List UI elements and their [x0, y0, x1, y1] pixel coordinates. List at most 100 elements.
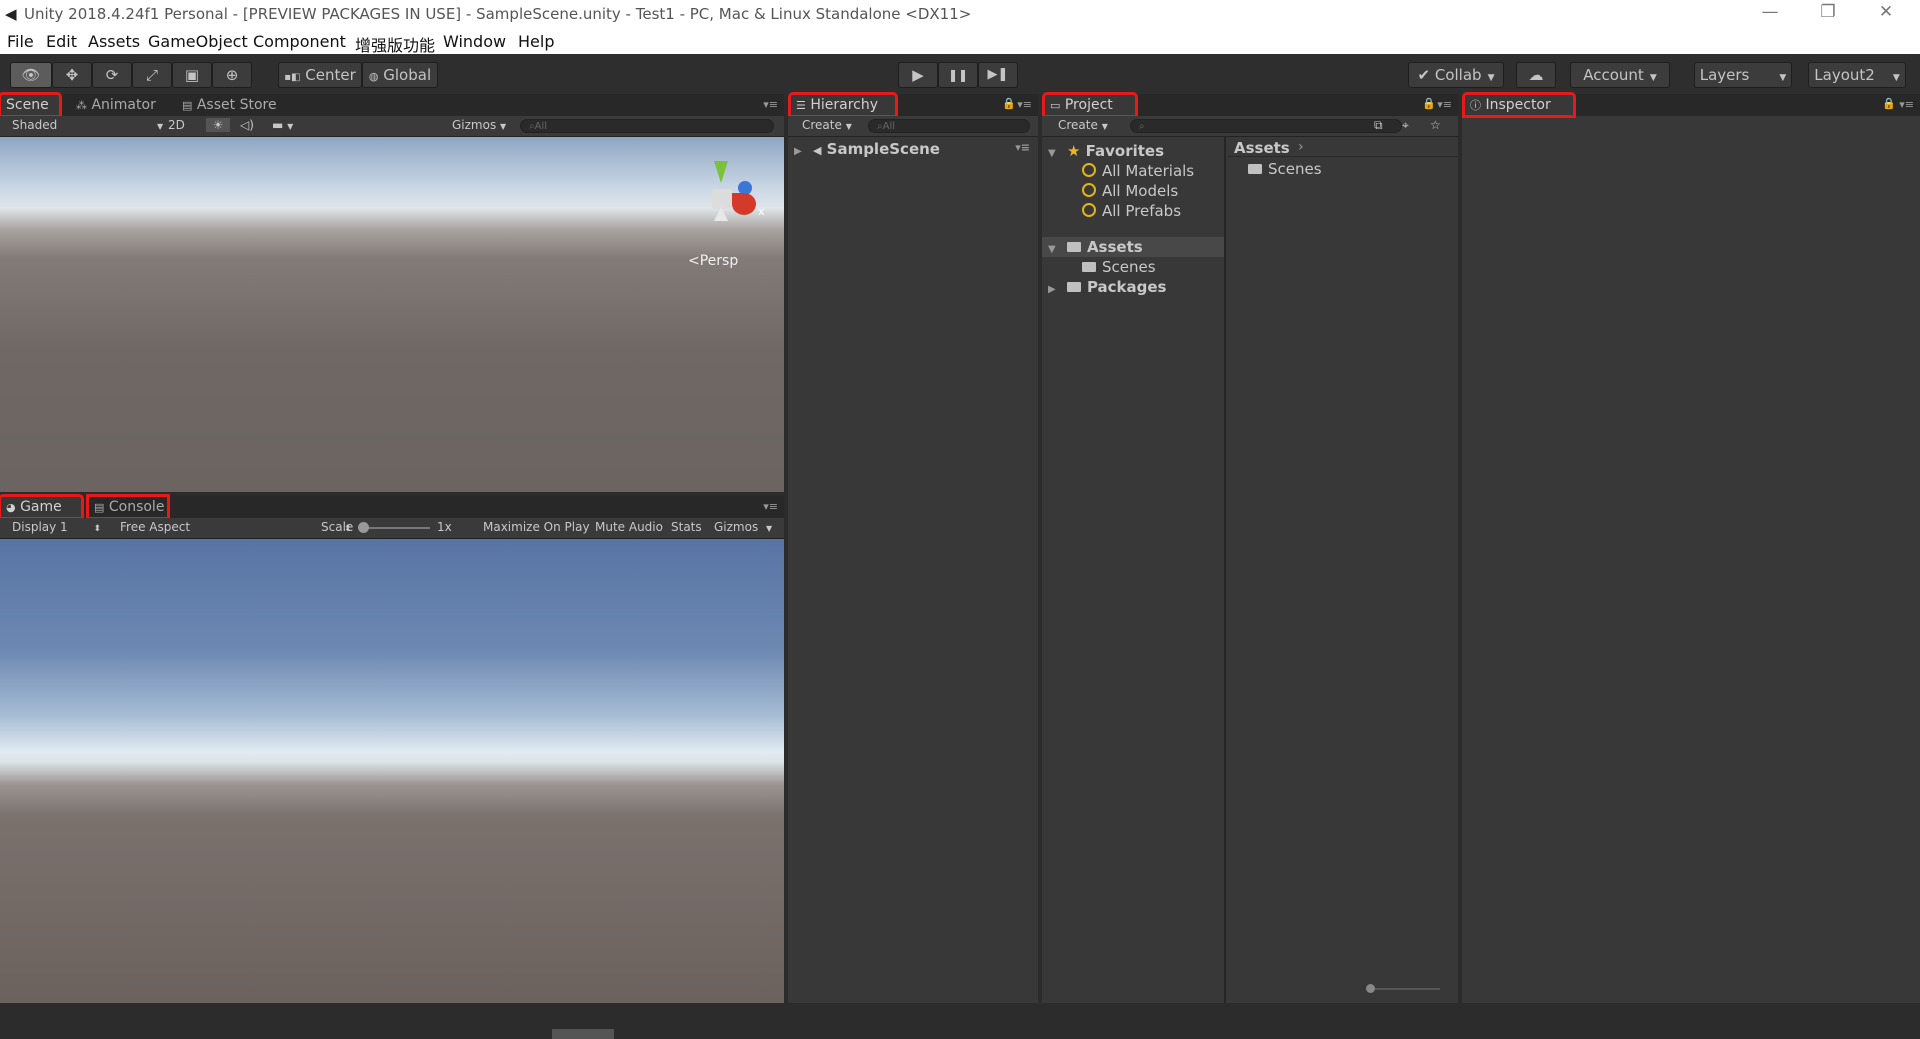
- menu-edit[interactable]: Edit: [46, 32, 77, 51]
- account-dropdown[interactable]: Account ▼: [1570, 62, 1670, 88]
- scene-panel: Scene ⁂ Animator ▤ Asset Store ▾≡ Shaded…: [0, 92, 784, 492]
- favorites-item[interactable]: ▼ ★ Favorites: [1048, 142, 1164, 160]
- play-button[interactable]: ▶: [898, 62, 938, 88]
- favorite-all-materials[interactable]: All Materials: [1082, 162, 1194, 180]
- row-menu-icon[interactable]: ▾≡: [1015, 141, 1030, 154]
- lock-icon[interactable]: 🔒: [1422, 97, 1436, 110]
- scene-gizmo[interactable]: x: [684, 161, 765, 229]
- icon-size-slider-thumb[interactable]: [1366, 984, 1375, 993]
- rect-tool-button[interactable]: ▣: [172, 62, 212, 88]
- tab-project[interactable]: ▭ Project: [1042, 92, 1138, 118]
- lock-icon[interactable]: 🔒: [1002, 97, 1016, 110]
- collapse-arrow-icon[interactable]: ▼: [1048, 148, 1056, 159]
- star-icon: ★: [1066, 142, 1081, 160]
- panel-menu-icon[interactable]: ▾≡: [763, 500, 778, 513]
- caret-down-icon: ▼: [766, 524, 773, 533]
- icon-size-slider[interactable]: [1366, 984, 1440, 993]
- image-icon: ▬: [272, 118, 284, 132]
- panel-menu-icon[interactable]: ▾≡: [1899, 98, 1914, 111]
- minimize-button[interactable]: —: [1750, 2, 1790, 22]
- packages-folder-item[interactable]: ▶ Packages: [1048, 278, 1166, 296]
- hierarchy-create-dropdown[interactable]: Create ▼: [802, 118, 852, 132]
- effects-dropdown[interactable]: ▬ ▼: [272, 118, 293, 132]
- filter-by-label-icon[interactable]: ⌖: [1402, 118, 1409, 133]
- favorite-all-models[interactable]: All Models: [1082, 182, 1178, 200]
- assets-label: Assets: [1086, 238, 1143, 256]
- status-bar-block: [552, 1029, 614, 1039]
- layout-dropdown[interactable]: Layout2 ▼: [1808, 62, 1906, 88]
- tab-game[interactable]: ◕ Game: [0, 494, 84, 520]
- hand-tool-button[interactable]: 👁: [10, 62, 52, 88]
- collapse-arrow-icon[interactable]: ▼: [1048, 244, 1056, 255]
- collab-dropdown[interactable]: ✔ Collab ▼: [1408, 62, 1504, 88]
- tab-console[interactable]: ▤ Console: [86, 494, 170, 520]
- pivot-global-button[interactable]: ◍ Global: [362, 62, 438, 88]
- shading-mode-dropdown[interactable]: Shaded ▼: [12, 118, 163, 132]
- 2d-toggle[interactable]: 2D: [168, 118, 185, 132]
- content-scenes-folder[interactable]: Scenes: [1248, 160, 1322, 178]
- inspector-tab-strip: ⓘ Inspector 🔒 ▾≡: [1462, 92, 1920, 118]
- scale-tool-button[interactable]: ⤢: [132, 62, 172, 88]
- filter-by-type-icon[interactable]: ⧉: [1374, 118, 1383, 133]
- menu-component[interactable]: Component: [253, 32, 346, 51]
- pause-icon: ❚❚: [947, 68, 969, 82]
- stats-toggle[interactable]: Stats: [671, 520, 702, 534]
- scenes-folder-item[interactable]: Scenes: [1082, 258, 1156, 276]
- panel-menu-icon[interactable]: ▾≡: [1017, 98, 1032, 111]
- scene-search-input[interactable]: ⌕All: [520, 119, 774, 133]
- aspect-dropdown[interactable]: Free Aspect ⬍: [120, 520, 351, 534]
- breadcrumb-assets[interactable]: Assets: [1234, 139, 1290, 157]
- menu-gameobject[interactable]: GameObject: [148, 32, 248, 51]
- pivot-center-button[interactable]: ▪◧ Center: [278, 62, 362, 88]
- expand-arrow-icon[interactable]: ▶: [794, 146, 802, 157]
- persp-label[interactable]: <Persp: [688, 253, 738, 269]
- menu-help[interactable]: Help: [518, 32, 554, 51]
- scene-root-item[interactable]: ▶ ◀ SampleScene ▾≡: [794, 140, 1034, 158]
- scale-slider[interactable]: [358, 522, 430, 533]
- scene-toolbar: Shaded ▼ 2D ☀ ◁) ▬ ▼ Gizmos ▼ ⌕All: [0, 116, 784, 137]
- layers-label: Layers: [1699, 66, 1750, 84]
- tab-animator[interactable]: ⁂ Animator: [70, 94, 160, 116]
- project-create-dropdown[interactable]: Create ▼: [1058, 118, 1108, 132]
- cloud-button[interactable]: ☁: [1516, 62, 1556, 88]
- favorite-all-prefabs[interactable]: All Prefabs: [1082, 202, 1181, 220]
- rotate-tool-button[interactable]: ⟳: [92, 62, 132, 88]
- restore-button[interactable]: ❐: [1808, 2, 1848, 22]
- assets-folder-item[interactable]: ▼ Assets: [1048, 238, 1143, 256]
- maximize-on-play-toggle[interactable]: Maximize On Play: [483, 520, 590, 534]
- panel-menu-icon[interactable]: ▾≡: [1437, 98, 1452, 111]
- mute-audio-toggle[interactable]: Mute Audio: [595, 520, 663, 534]
- menu-assets[interactable]: Assets: [88, 32, 140, 51]
- transform-tool-button[interactable]: ⊕: [212, 62, 252, 88]
- audio-toggle[interactable]: ◁): [240, 118, 254, 132]
- lighting-toggle[interactable]: ☀: [206, 118, 230, 132]
- display-dropdown[interactable]: Display 1 ⬍: [12, 520, 101, 534]
- layers-dropdown[interactable]: Layers ▼: [1694, 62, 1792, 88]
- main-toolbar: 👁 ✥ ⟳ ⤢ ▣ ⊕ ▪◧ Center ◍ Global ▶ ❚❚ ▶❚ ✔…: [0, 54, 1920, 94]
- tab-hierarchy[interactable]: ☰ Hierarchy: [788, 92, 898, 118]
- menu-enhanced-features[interactable]: 增强版功能: [355, 32, 435, 56]
- close-button[interactable]: ✕: [1866, 2, 1906, 22]
- tab-asset-store[interactable]: ▤ Asset Store: [176, 94, 286, 116]
- hierarchy-search-input[interactable]: ⌕All: [868, 119, 1030, 133]
- pause-button[interactable]: ❚❚: [938, 62, 978, 88]
- lock-icon[interactable]: 🔒: [1882, 97, 1896, 110]
- menu-window[interactable]: Window: [443, 32, 506, 51]
- panel-menu-icon[interactable]: ▾≡: [763, 98, 778, 111]
- favorite-star-icon[interactable]: ☆: [1430, 118, 1441, 132]
- scene-viewport[interactable]: x <Persp: [0, 137, 784, 492]
- project-search-input[interactable]: ⌕: [1130, 119, 1402, 133]
- move-tool-button[interactable]: ✥: [52, 62, 92, 88]
- gizmos-dropdown[interactable]: Gizmos ▼: [452, 118, 506, 132]
- game-viewport[interactable]: [0, 539, 784, 1003]
- expand-arrow-icon[interactable]: ▶: [1048, 284, 1056, 295]
- content-scenes-label: Scenes: [1268, 160, 1322, 178]
- scale-slider-thumb[interactable]: [358, 522, 369, 533]
- game-gizmos-dropdown[interactable]: Gizmos ▼: [714, 520, 772, 534]
- step-button[interactable]: ▶❚: [978, 62, 1018, 88]
- tab-scene[interactable]: Scene: [0, 92, 62, 118]
- scene-name: SampleScene: [826, 140, 940, 158]
- menu-file[interactable]: File: [7, 32, 34, 51]
- transform-icon: ⊕: [225, 66, 239, 84]
- tab-inspector[interactable]: ⓘ Inspector: [1462, 92, 1576, 118]
